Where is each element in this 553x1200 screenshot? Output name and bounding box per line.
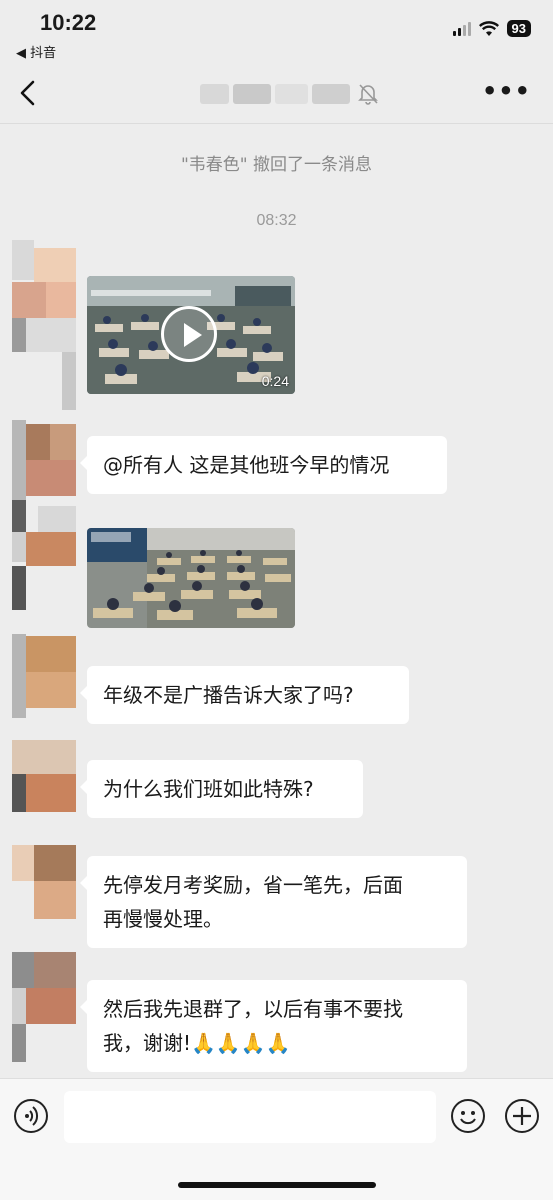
chat-title-pixelated xyxy=(200,84,350,106)
battery-icon: 93 xyxy=(506,20,531,37)
play-icon[interactable] xyxy=(161,306,217,362)
message-text-line: 我，谢谢!🙏🙏🙏🙏 xyxy=(103,1031,291,1055)
message-bubble[interactable]: 年级不是广播告诉大家了吗? xyxy=(80,666,409,724)
message-bubble[interactable]: 为什么我们班如此特殊? xyxy=(80,760,363,818)
message-text: 年级不是广播告诉大家了吗? xyxy=(103,683,354,707)
message-bubble[interactable]: 先停发月考奖励，省一笔先，后面 再慢慢处理。 xyxy=(80,856,467,948)
message-text: 为什么我们班如此特殊? xyxy=(103,777,314,801)
message-bubble[interactable]: 然后我先退群了，以后有事不要找 我，谢谢!🙏🙏🙏🙏 xyxy=(80,980,467,1072)
avatar-pixelated[interactable] xyxy=(12,240,76,410)
avatar-pixelated[interactable] xyxy=(12,420,76,500)
image-message[interactable] xyxy=(87,528,295,628)
voice-icon[interactable] xyxy=(14,1099,48,1133)
bell-slash-icon xyxy=(358,84,378,105)
classroom-photo xyxy=(87,528,295,628)
avatar-pixelated[interactable] xyxy=(12,634,76,718)
signal-icon xyxy=(452,21,471,36)
plus-circle-icon[interactable] xyxy=(505,1099,539,1133)
pray-emoji: 🙏🙏🙏🙏 xyxy=(191,1031,291,1055)
avatar-pixelated[interactable] xyxy=(12,952,76,1062)
message-bubble[interactable]: @所有人 这是其他班今早的情况 xyxy=(80,436,447,494)
message-text: @所有人 这是其他班今早的情况 xyxy=(103,453,390,477)
chevron-left-icon[interactable] xyxy=(14,76,44,110)
video-duration: 0:24 xyxy=(261,373,289,389)
avatar-pixelated[interactable] xyxy=(12,845,76,921)
avatar-pixelated[interactable] xyxy=(12,500,76,610)
message-text-line: 然后我先退群了，以后有事不要找 xyxy=(103,997,403,1021)
back-to-app-link[interactable]: ◀ 抖音 xyxy=(16,42,56,61)
video-message[interactable]: 0:24 xyxy=(87,276,295,394)
home-indicator[interactable] xyxy=(178,1182,376,1188)
message-text-line: 先停发月考奖励，省一笔先，后面 xyxy=(103,873,403,897)
avatar-pixelated[interactable] xyxy=(12,740,76,812)
chat-screen: 10:22 ◀ 抖音 93 ••• "韦春色" 撤回了一条消息 08:32 0:… xyxy=(0,0,553,1200)
more-dots-icon[interactable]: ••• xyxy=(482,79,531,103)
message-text-line: 再慢慢处理。 xyxy=(103,907,223,931)
message-input[interactable] xyxy=(64,1091,436,1143)
nav-bar: ••• xyxy=(0,62,553,124)
message-timestamp: 08:32 xyxy=(256,212,297,229)
status-icons: 93 xyxy=(452,20,531,37)
recall-notice: "韦春色" 撤回了一条消息 xyxy=(180,155,373,175)
smiley-icon[interactable] xyxy=(451,1099,485,1133)
status-time: 10:22 xyxy=(40,10,97,35)
wifi-icon xyxy=(478,20,499,36)
status-bar: 10:22 ◀ 抖音 93 xyxy=(0,0,553,62)
